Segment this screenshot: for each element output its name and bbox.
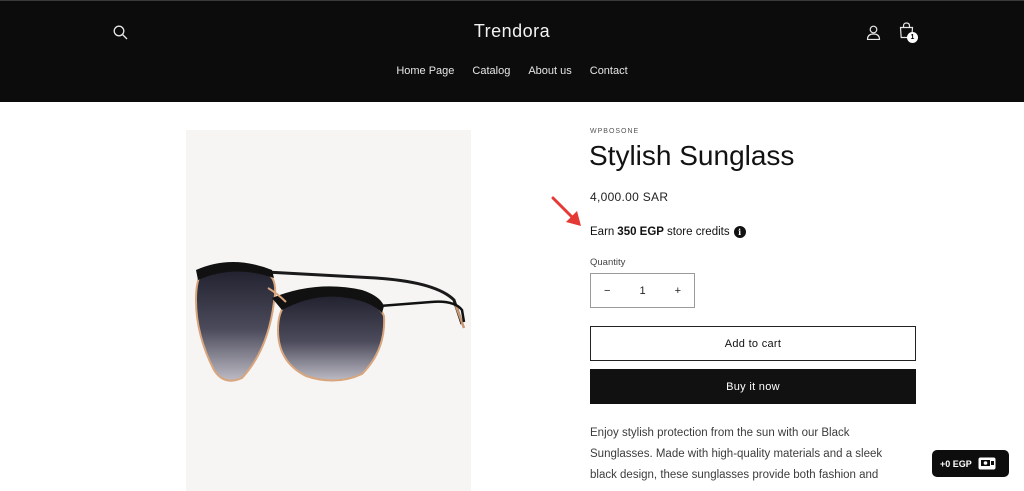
credits-suffix: store credits — [666, 226, 730, 238]
add-to-cart-button[interactable]: Add to cart — [590, 326, 916, 361]
main-nav: Home Page Catalog About us Contact — [0, 65, 1024, 77]
quantity-value[interactable]: 1 — [639, 285, 645, 297]
nav-contact[interactable]: Contact — [590, 65, 628, 77]
info-icon[interactable]: i — [733, 226, 746, 238]
account-icon[interactable] — [866, 25, 881, 40]
wallet-icon — [978, 457, 996, 470]
product-description: Enjoy stylish protection from the sun wi… — [590, 427, 883, 481]
nav-about-us[interactable]: About us — [528, 65, 571, 77]
product-image[interactable] — [186, 130, 471, 491]
quantity-stepper: − 1 + — [590, 273, 695, 308]
cart-count-badge: 1 — [907, 32, 918, 43]
store-credit-widget[interactable]: +0 EGP — [932, 450, 1009, 477]
quantity-label: Quantity — [590, 257, 626, 268]
product-vendor: WPBOSONE — [590, 128, 640, 135]
nav-catalog[interactable]: Catalog — [472, 65, 510, 77]
widget-label: +0 EGP — [940, 458, 972, 469]
quantity-increase-button[interactable]: + — [675, 285, 681, 297]
store-credits-notice: Earn 350 EGP store credits i — [590, 226, 746, 238]
nav-home-page[interactable]: Home Page — [396, 65, 454, 77]
product-price: 4,000.00 SAR — [590, 190, 669, 204]
quantity-decrease-button[interactable]: − — [604, 285, 610, 297]
site-header: Trendora 1 Home Page Catalog About us Co… — [0, 0, 1024, 102]
arrow-annotation — [551, 196, 581, 226]
product-title: Stylish Sunglass — [589, 140, 795, 171]
buy-now-button[interactable]: Buy it now — [590, 369, 916, 404]
sunglasses-image — [194, 262, 466, 382]
credits-prefix: Earn — [590, 226, 615, 238]
credits-amount: 350 EGP — [617, 226, 664, 238]
